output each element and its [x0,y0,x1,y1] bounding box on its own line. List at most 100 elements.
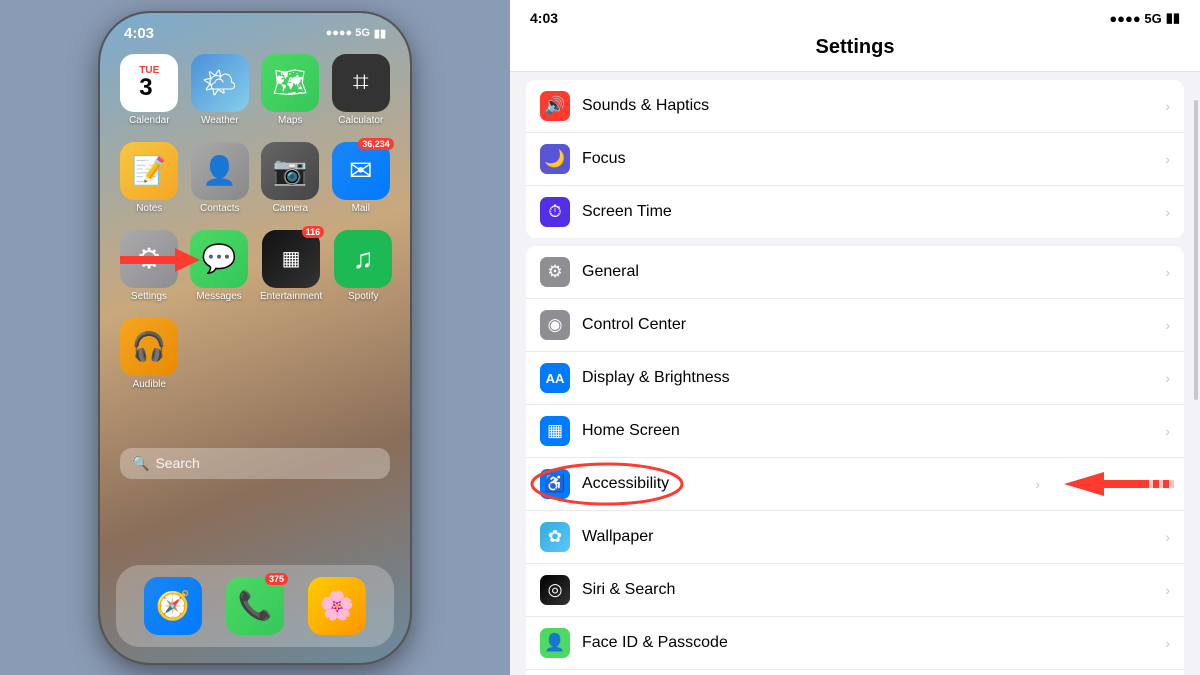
audible-label: Audible [133,379,166,390]
mail-label: Mail [352,203,370,214]
general-icon: ⚙ [540,257,570,287]
camera-label: Camera [272,203,308,214]
app-notes[interactable]: 📝 Notes [120,142,179,214]
messages-icon: 💬 [202,242,237,275]
entertainment-badge: 116 [302,226,325,238]
app-camera[interactable]: 📷 Camera [261,142,320,214]
wallpaper-label: Wallpaper [582,528,1165,546]
spotify-label: Spotify [348,291,379,302]
home-screen-icon: ▦ [540,416,570,446]
settings-signal-icon: ●●●● 5G [1109,11,1161,26]
settings-group-2: ⚙ General › ◉ Control Center › AA Displa… [526,246,1184,675]
app-contacts[interactable]: 👤 Contacts [191,142,250,214]
settings-row-home-screen[interactable]: ▦ Home Screen › [526,405,1184,458]
faceid-icon: 👤 [540,628,570,658]
faceid-label: Face ID & Passcode [582,634,1165,652]
phone-icon: 📞 [238,589,273,622]
sounds-icon: 🔊 [540,91,570,121]
display-icon: AA [540,363,570,393]
app-grid-row1: TUE 3 Calendar 🌤 Weather 🗺 [100,46,410,134]
wallpaper-icon: ✿ [540,522,570,552]
screen-time-icon: ⏱ [540,197,570,227]
red-arrow-right [1064,470,1174,498]
iphone-dock: 🧭 📞 375 🌸 [116,565,394,647]
cal-day-num: 3 [139,76,159,100]
weather-label: Weather [201,115,239,126]
settings-scrollbar [1194,100,1198,400]
battery-icon: ▮▮ [374,27,386,40]
app-spotify[interactable]: ♫ Spotify [334,230,392,302]
app-mail[interactable]: ✉ 36,234 Mail [332,142,391,214]
control-center-label: Control Center [582,316,1165,334]
siri-icon: ◎ [540,575,570,605]
settings-row-general[interactable]: ⚙ General › [526,246,1184,299]
settings-battery-icon: ▮▮ [1166,10,1180,26]
screen-time-label: Screen Time [582,203,1165,221]
contacts-label: Contacts [200,203,239,214]
maps-icon: 🗺 [272,66,308,99]
settings-row-wallpaper[interactable]: ✿ Wallpaper › [526,511,1184,564]
app-grid-row3: ⚙ Settings 💬 Messages [100,222,410,310]
settings-row-focus[interactable]: 🌙 Focus › [526,133,1184,186]
status-icons: ●●●● 5G ▮▮ [326,27,386,40]
camera-icon: 📷 [273,154,308,187]
contacts-icon: 👤 [202,154,237,187]
search-label: Search [155,455,199,471]
settings-row-siri[interactable]: ◎ Siri & Search › [526,564,1184,617]
settings-label: Settings [131,291,167,302]
settings-row-faceid[interactable]: 👤 Face ID & Passcode › [526,617,1184,670]
notes-label: Notes [136,203,162,214]
app-audible[interactable]: 🎧 Audible [120,318,179,390]
app-calculator[interactable]: ⌗ Calculator [332,54,391,126]
control-center-chevron: › [1165,317,1170,333]
app-maps[interactable]: 🗺 Maps [261,54,320,126]
messages-label: Messages [196,291,242,302]
phone-badge: 375 [265,573,288,585]
calculator-label: Calculator [338,115,383,126]
app-entertainment[interactable]: ▦ 116 Entertainment [260,230,322,302]
iphone-frame: 4:03 ●●●● 5G ▮▮ TUE 3 Calendar [100,13,410,663]
sounds-label: Sounds & Haptics [582,97,1165,115]
weather-icon: 🌤 [202,66,238,99]
wallpaper-chevron: › [1165,529,1170,545]
calendar-label: Calendar [129,115,170,126]
app-weather[interactable]: 🌤 Weather [191,54,250,126]
dock-safari[interactable]: 🧭 [144,577,202,635]
iphone-search-bar[interactable]: 🔍 Search [120,448,390,479]
settings-row-accessibility[interactable]: ♿ Accessibility › [526,458,1184,511]
photos-icon: 🌸 [320,589,355,622]
calculator-icon: ⌗ [353,66,369,99]
signal-icon: ●●●● 5G [326,27,370,39]
entertainment-icon: ▦ [282,246,301,271]
settings-title: Settings [510,32,1200,72]
settings-row-emergency-sos[interactable]: SOS Emergency SOS › [526,670,1184,675]
settings-list: 🔊 Sounds & Haptics › 🌙 Focus › ⏱ Screen … [510,72,1200,675]
app-grid-row2: 📝 Notes 👤 Contacts 📷 Camera [100,134,410,222]
settings-row-screen-time[interactable]: ⏱ Screen Time › [526,186,1184,238]
safari-icon: 🧭 [156,589,191,622]
home-screen-label: Home Screen [582,422,1165,440]
settings-row-display[interactable]: AA Display & Brightness › [526,352,1184,405]
display-label: Display & Brightness [582,369,1165,387]
accessibility-chevron: › [1035,476,1040,492]
app-messages[interactable]: 💬 Messages [190,230,248,302]
app-grid-row4: 🎧 Audible [100,310,410,398]
status-time: 4:03 [124,25,154,42]
red-arrow-left [120,246,200,274]
settings-group-1: 🔊 Sounds & Haptics › 🌙 Focus › ⏱ Screen … [526,80,1184,238]
dock-photos[interactable]: 🌸 [308,577,366,635]
control-center-icon: ◉ [540,310,570,340]
general-chevron: › [1165,264,1170,280]
settings-row-sounds[interactable]: 🔊 Sounds & Haptics › [526,80,1184,133]
focus-icon: 🌙 [540,144,570,174]
entertainment-label: Entertainment [260,291,322,302]
status-bar: 4:03 ●●●● 5G ▮▮ [100,13,410,46]
focus-chevron: › [1165,151,1170,167]
settings-row-control-center[interactable]: ◉ Control Center › [526,299,1184,352]
maps-label: Maps [278,115,302,126]
siri-label: Siri & Search [582,581,1165,599]
siri-chevron: › [1165,582,1170,598]
dock-phone[interactable]: 📞 375 [226,577,284,635]
app-calendar[interactable]: TUE 3 Calendar [120,54,179,126]
mail-icon: ✉ [349,154,372,187]
